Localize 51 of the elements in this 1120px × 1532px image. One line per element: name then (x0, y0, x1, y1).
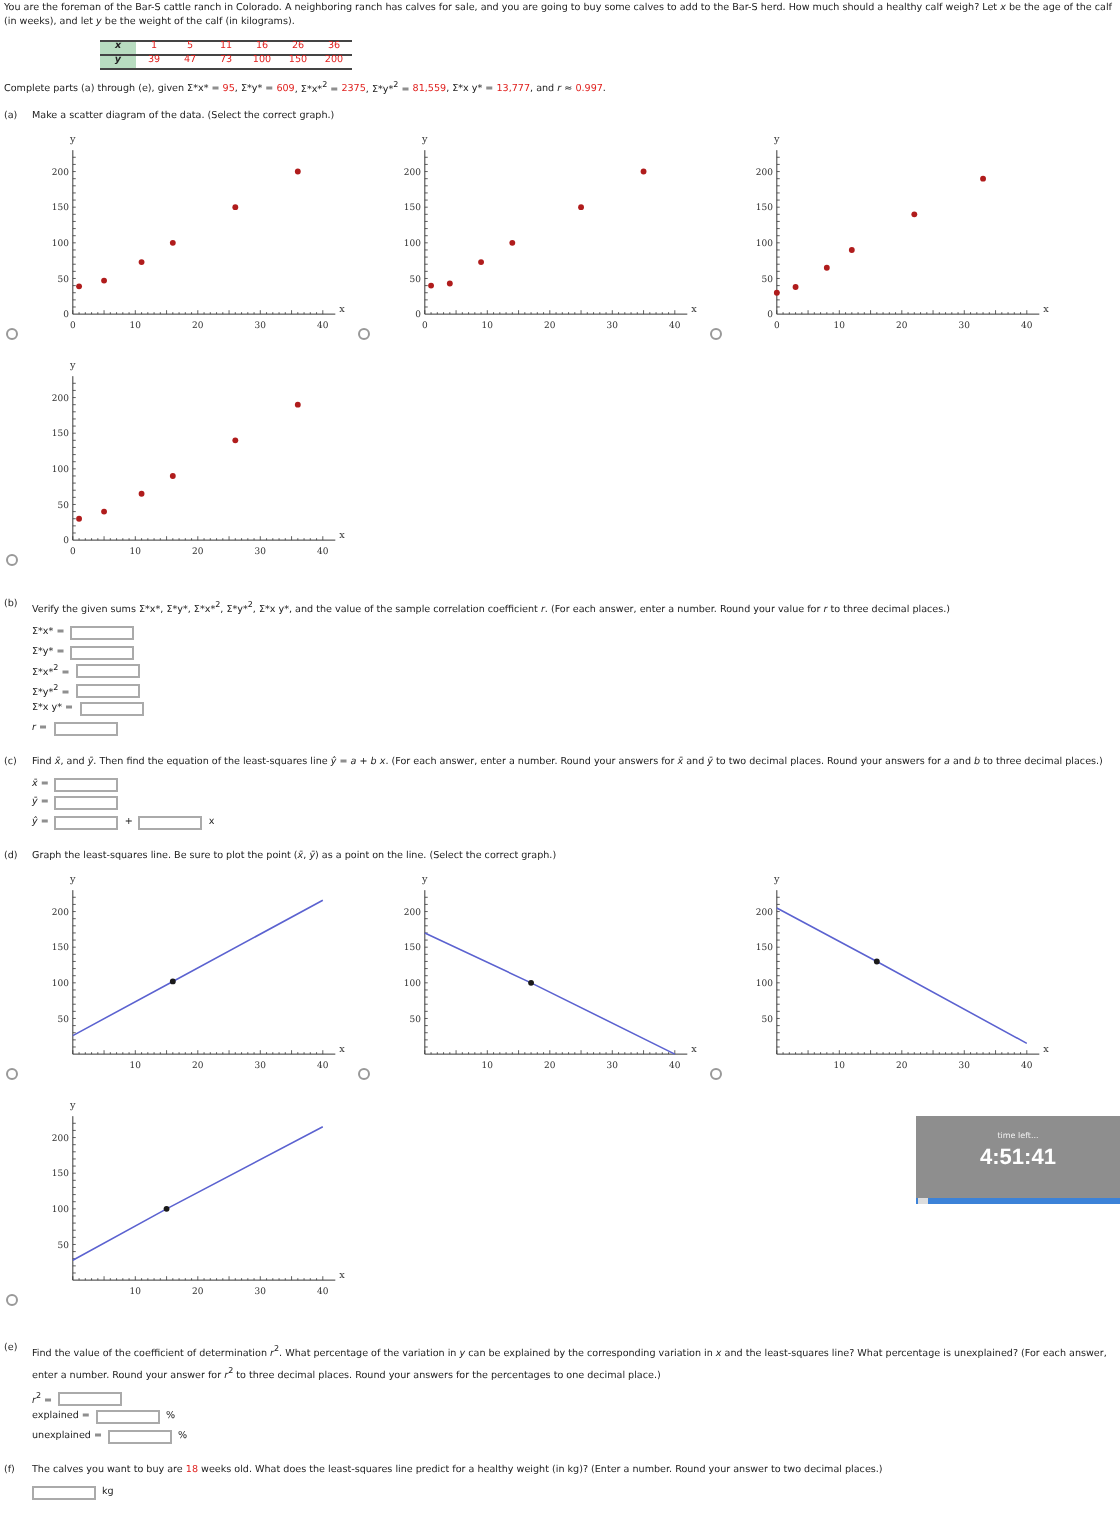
data-point (101, 276, 107, 283)
data-point (76, 515, 82, 521)
data-point (478, 258, 484, 265)
data-point (792, 283, 799, 290)
data-point (101, 507, 107, 514)
data-point (578, 203, 584, 210)
data-point (232, 203, 239, 210)
data-point (76, 282, 82, 289)
radio-button[interactable] (6, 1067, 18, 1080)
data-point (911, 210, 918, 217)
data-point (823, 264, 830, 270)
data-point (848, 246, 855, 253)
answer-field[interactable] (108, 1429, 173, 1444)
data-point (773, 289, 780, 295)
radio-button[interactable] (6, 327, 18, 340)
radio-button[interactable] (358, 327, 370, 340)
data-point (138, 490, 145, 496)
answer-field[interactable] (58, 1391, 123, 1406)
answer-field[interactable] (54, 777, 119, 792)
radio-button[interactable] (6, 553, 18, 566)
answer-field[interactable] (75, 664, 140, 679)
data-point (294, 400, 301, 407)
data-point (509, 239, 516, 245)
data-point (428, 281, 434, 288)
data-point (873, 957, 880, 964)
data-point (163, 1205, 170, 1212)
data-point (169, 239, 176, 245)
data-point (232, 436, 239, 443)
answer-field[interactable] (54, 796, 119, 811)
data-point (640, 167, 647, 174)
answer-field[interactable] (70, 645, 135, 660)
answer-field[interactable] (79, 702, 144, 717)
data-point (980, 174, 986, 181)
answer-field[interactable] (32, 1485, 96, 1500)
data-point (169, 472, 176, 479)
data-point (138, 258, 145, 265)
data-point (294, 167, 301, 174)
radio-button[interactable] (710, 327, 722, 340)
radio-button[interactable] (358, 1067, 370, 1080)
data-point (446, 279, 453, 286)
answer-field[interactable] (54, 815, 119, 830)
radio-button[interactable] (710, 1067, 722, 1080)
timer-value: 4:51:41 (980, 1146, 1056, 1172)
radio-button[interactable] (6, 1293, 18, 1306)
answer-field[interactable] (53, 721, 118, 736)
answer-field[interactable] (95, 1410, 160, 1425)
data-point (169, 977, 176, 984)
answer-field[interactable] (70, 626, 135, 641)
answer-field[interactable] (138, 815, 203, 830)
answer-field[interactable] (75, 683, 140, 698)
data-point (528, 979, 534, 986)
